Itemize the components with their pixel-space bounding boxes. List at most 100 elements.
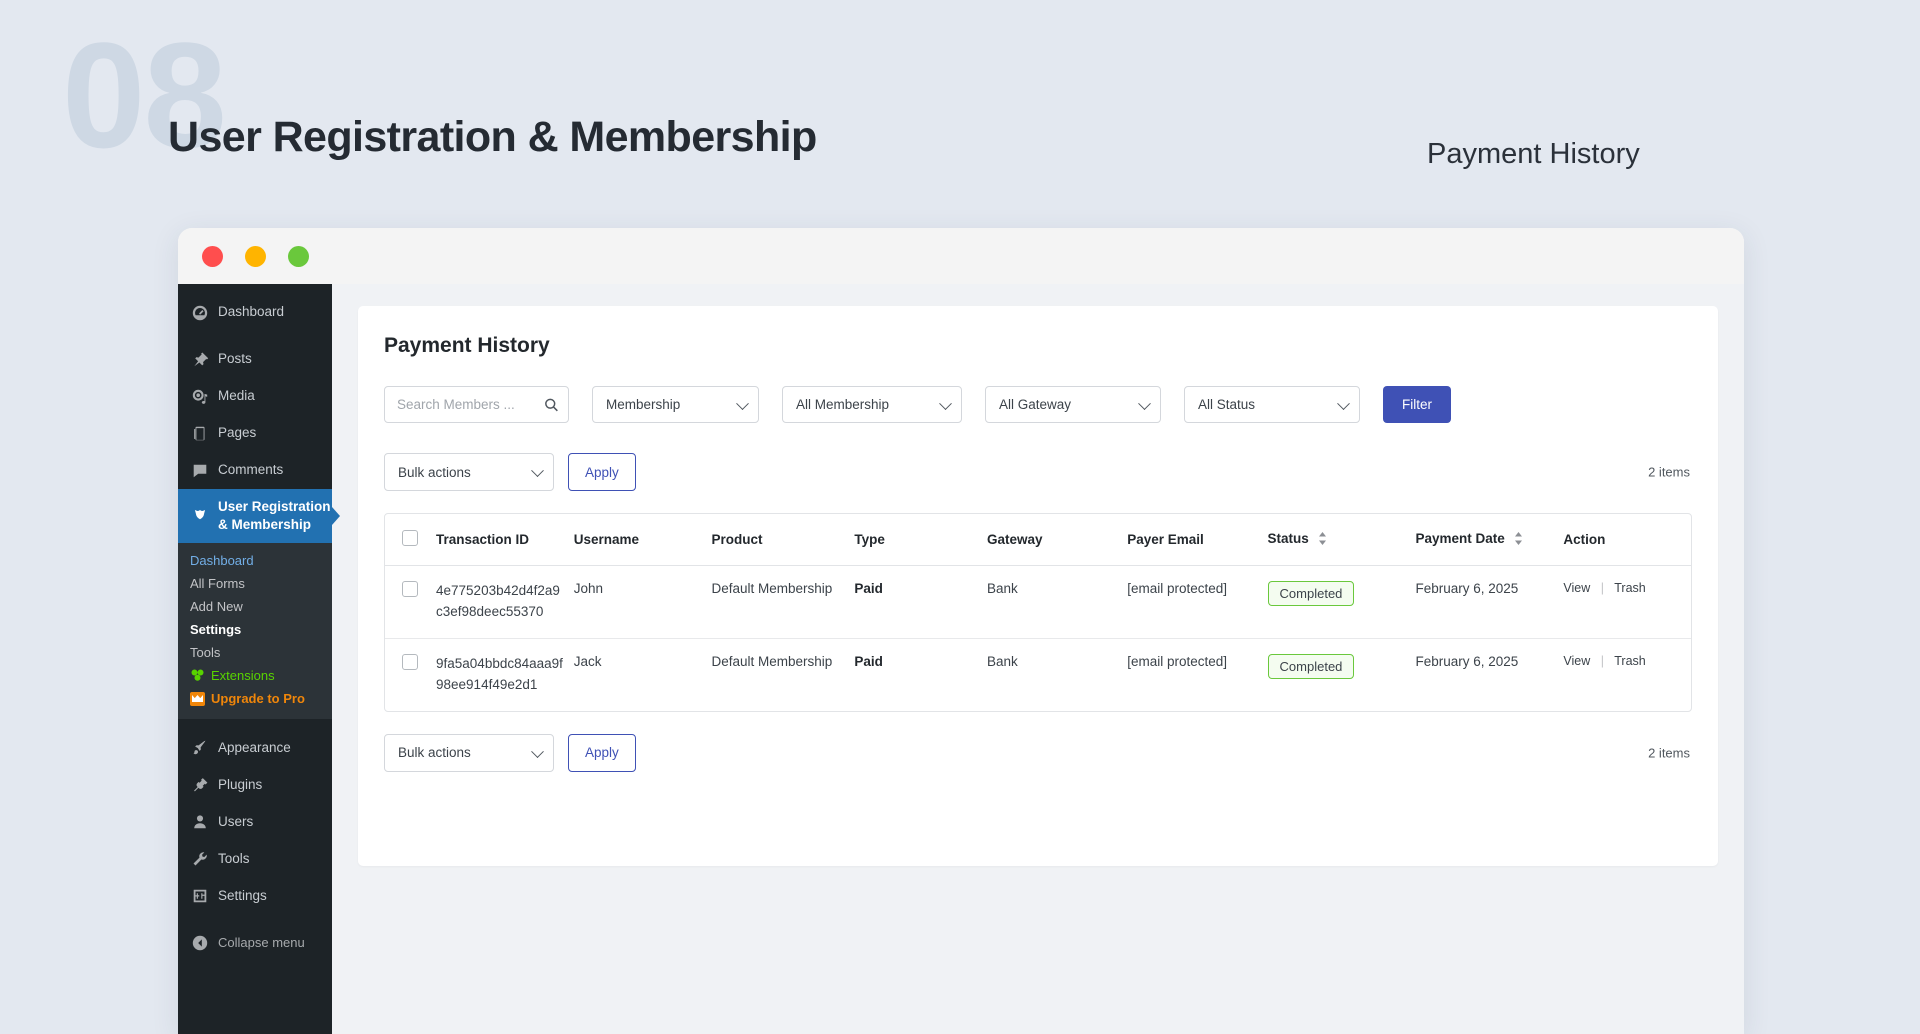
apply-button-bottom[interactable]: Apply [568, 733, 636, 772]
column-payer-email[interactable]: Payer Email [1127, 514, 1268, 566]
gateway-select[interactable]: All Gateway [985, 386, 1161, 423]
sidebar-item-collapse-menu[interactable]: Collapse menu [178, 924, 332, 961]
membership-select[interactable]: Membership [592, 386, 759, 423]
submenu-item-extensions[interactable]: Extensions [178, 664, 332, 687]
row-checkbox[interactable] [402, 653, 418, 670]
column-payment-date[interactable]: Payment Date [1415, 514, 1564, 566]
gateway-select-value: All Gateway [999, 397, 1072, 412]
column-product[interactable]: Product [711, 514, 855, 566]
chevron-down-icon [531, 464, 544, 478]
bulk-actions-select-bottom[interactable]: Bulk actions [384, 733, 554, 772]
collapse-arrow-icon [190, 933, 209, 952]
cell-payment-date: February 6, 2025 [1415, 565, 1564, 639]
row-checkbox[interactable] [402, 581, 418, 597]
submenu-item-settings[interactable]: Settings [178, 618, 332, 641]
appearance-icon [190, 738, 209, 757]
select-all-header [385, 514, 437, 566]
sidebar-item-label: Pages [218, 425, 257, 441]
crown-icon [190, 691, 205, 706]
filter-bar: Membership All Membership All Gateway Al… [384, 386, 1692, 423]
cell-type: Paid [854, 653, 883, 669]
payments-table-wrapper: Transaction ID Username Product Type Gat… [384, 513, 1692, 712]
trash-link[interactable]: Trash [1614, 654, 1646, 668]
minimize-dot[interactable] [245, 246, 266, 267]
cell-action: View | Trash [1563, 565, 1691, 639]
admin-sidebar: Dashboard Posts Media Pages Comments Use… [178, 284, 332, 1034]
submenu-item-label: Upgrade to Pro [211, 691, 305, 707]
cell-product: Default Membership [711, 653, 833, 669]
sidebar-item-appearance[interactable]: Appearance [178, 729, 332, 766]
cell-product: Default Membership [711, 565, 855, 639]
submenu-item-tools[interactable]: Tools [178, 641, 332, 664]
sort-icon[interactable] [1514, 531, 1523, 548]
menu-divider [178, 719, 332, 729]
row-select-cell [385, 638, 436, 710]
column-transaction-id[interactable]: Transaction ID [436, 514, 574, 566]
submenu-item-all-forms[interactable]: All Forms [178, 572, 332, 595]
all-membership-select[interactable]: All Membership [782, 386, 962, 423]
search-input[interactable] [384, 386, 569, 423]
filter-button[interactable]: Filter [1383, 386, 1451, 423]
sidebar-item-users[interactable]: Users [178, 803, 332, 840]
submenu-item-add-new[interactable]: Add New [178, 595, 332, 618]
column-status[interactable]: Status [1267, 514, 1416, 566]
sidebar-item-pages[interactable]: Pages [178, 415, 332, 452]
search-field-wrapper [384, 386, 569, 423]
sidebar-item-label-2: & Membership [218, 517, 312, 533]
page-title: User Registration & Membership [168, 113, 817, 161]
chevron-down-icon [531, 744, 544, 758]
table-body: 4e775203b42d4f2a9c3ef98deec55370 John De… [385, 565, 1691, 711]
action-divider: | [1600, 653, 1605, 668]
status-select[interactable]: All Status [1184, 386, 1360, 423]
pages-icon [190, 424, 209, 443]
dashboard-icon [190, 303, 209, 322]
column-gateway[interactable]: Gateway [986, 514, 1128, 566]
trash-link[interactable]: Trash [1614, 581, 1646, 595]
row-select-cell [385, 565, 437, 639]
sidebar-item-posts[interactable]: Posts [178, 341, 332, 378]
apply-button-top[interactable]: Apply [568, 453, 636, 491]
column-username[interactable]: Username [573, 514, 712, 566]
settings-icon [190, 886, 209, 905]
action-divider: | [1600, 581, 1605, 595]
column-type[interactable]: Type [854, 514, 987, 566]
sidebar-item-user-registration-membership[interactable]: User Registration & Membership [178, 489, 332, 544]
sidebar-item-media[interactable]: Media [178, 378, 332, 415]
cell-type: Paid [854, 565, 987, 639]
sidebar-item-comments[interactable]: Comments [178, 452, 332, 489]
sidebar-item-dashboard[interactable]: Dashboard [178, 294, 332, 331]
window-controls [202, 246, 309, 267]
sidebar-item-tools[interactable]: Tools [178, 840, 332, 877]
items-count-top: 2 items [1648, 464, 1690, 480]
bulk-actions-value: Bulk actions [398, 745, 471, 761]
close-dot[interactable] [202, 246, 223, 267]
sidebar-item-label: Appearance [218, 739, 291, 755]
sort-icon[interactable] [1318, 531, 1327, 548]
payments-table: Transaction ID Username Product Type Gat… [385, 514, 1691, 711]
sidebar-item-label: User Registration [218, 499, 331, 514]
view-link[interactable]: View [1563, 654, 1590, 668]
sidebar-item-plugins[interactable]: Plugins [178, 766, 332, 803]
view-link[interactable]: View [1563, 581, 1590, 595]
bulk-actions-bar-top: Bulk actions Apply 2 items [384, 453, 1692, 491]
bulk-actions-select-top[interactable]: Bulk actions [384, 453, 554, 491]
submenu-item-dashboard[interactable]: Dashboard [178, 549, 332, 572]
sidebar-item-label: Comments [218, 462, 284, 478]
slide-subtitle: Payment History [1427, 138, 1640, 170]
sidebar-submenu: Dashboard All Forms Add New Settings Too… [178, 543, 332, 720]
wrench-icon [190, 849, 209, 868]
cell-status: Completed [1267, 565, 1416, 639]
cell-transaction-id: 4e775203b42d4f2a9c3ef98deec55370 [436, 565, 574, 639]
maximize-dot[interactable] [288, 246, 309, 267]
select-all-checkbox[interactable] [402, 530, 418, 546]
sidebar-item-settings[interactable]: Settings [178, 877, 332, 914]
bulk-actions-value: Bulk actions [398, 464, 471, 480]
cell-status: Completed [1267, 638, 1416, 710]
admin-content: Payment History Membership All Me [332, 284, 1744, 1034]
submenu-item-upgrade-to-pro[interactable]: Upgrade to Pro [178, 687, 332, 710]
card-title: Payment History [384, 334, 550, 357]
membership-select-value: Membership [606, 397, 681, 412]
cell-username: Jack [573, 653, 602, 669]
column-status-label: Status [1267, 531, 1309, 547]
cell-action: View | Trash [1563, 638, 1691, 710]
